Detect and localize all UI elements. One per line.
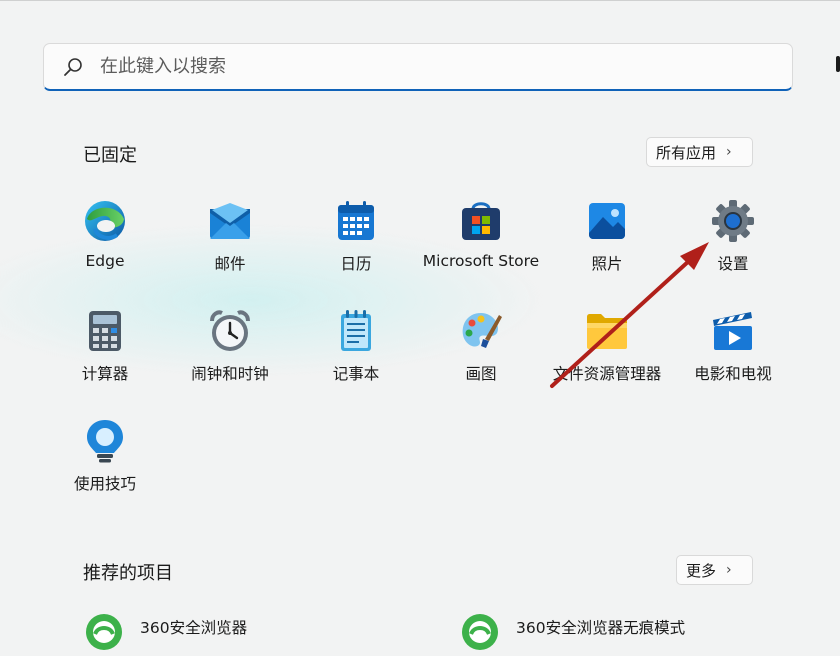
recommended-item-label: 360安全浏览器: [140, 619, 248, 637]
paint-palette-icon: [458, 308, 504, 354]
chevron-right-icon: ›: [726, 562, 732, 578]
app-label: 日历: [340, 255, 372, 273]
search-icon: [62, 56, 84, 78]
recommended-section-title: 推荐的项目: [83, 563, 173, 584]
photos-icon: [584, 198, 630, 244]
pinned-app-alarms-clock[interactable]: 闹钟和时钟: [167, 308, 293, 408]
app-label: 使用技巧: [73, 475, 136, 493]
pinned-app-settings[interactable]: 设置: [670, 198, 796, 298]
all-apps-button[interactable]: 所有应用 ›: [646, 137, 753, 167]
pinned-app-notepad[interactable]: 记事本: [293, 308, 419, 408]
pinned-app-paint[interactable]: 画图: [418, 308, 544, 408]
360-browser-icon: [460, 612, 500, 652]
app-label: 照片: [591, 255, 623, 273]
app-label: 电影和电视: [694, 365, 772, 383]
recommended-item[interactable]: 360安全浏览器无痕模式: [460, 612, 685, 652]
pinned-app-microsoft-store[interactable]: Microsoft Store: [418, 198, 544, 298]
app-label: 计算器: [81, 365, 129, 383]
more-button[interactable]: 更多 ›: [676, 555, 753, 585]
app-label: 记事本: [332, 365, 380, 383]
pinned-app-mail[interactable]: 邮件: [167, 198, 293, 298]
pinned-app-calculator[interactable]: 计算器: [42, 308, 168, 408]
all-apps-label: 所有应用: [656, 143, 717, 162]
app-label: 画图: [465, 365, 497, 383]
calendar-icon: [333, 198, 379, 244]
notepad-icon: [333, 308, 379, 354]
tips-lightbulb-icon: [82, 418, 128, 464]
chevron-right-icon: ›: [726, 144, 732, 160]
search-box[interactable]: [43, 43, 793, 91]
app-label: 闹钟和时钟: [191, 365, 269, 383]
alarm-clock-icon: [207, 308, 253, 354]
settings-gear-icon: [710, 198, 756, 244]
edge-icon: [82, 198, 128, 244]
mail-icon: [207, 198, 253, 244]
app-label: 邮件: [214, 255, 246, 273]
pinned-app-calendar[interactable]: 日历: [293, 198, 419, 298]
scrollbar-thumb[interactable]: [836, 56, 840, 72]
store-icon: [458, 198, 504, 244]
search-input[interactable]: [98, 55, 792, 78]
app-label: 设置: [717, 255, 749, 273]
pinned-app-photos[interactable]: 照片: [544, 198, 670, 298]
calculator-icon: [82, 308, 128, 354]
pinned-app-movies-tv[interactable]: 电影和电视: [670, 308, 796, 408]
recommended-item[interactable]: 360安全浏览器: [84, 612, 247, 652]
recommended-item-label: 360安全浏览器无痕模式: [516, 619, 686, 637]
pinned-app-file-explorer[interactable]: 文件资源管理器: [544, 308, 670, 408]
more-label: 更多: [686, 561, 717, 580]
app-label: Microsoft Store: [422, 252, 540, 270]
pinned-app-tips[interactable]: 使用技巧: [42, 418, 168, 518]
pinned-app-edge[interactable]: Edge: [42, 198, 168, 298]
movies-tv-icon: [710, 308, 756, 354]
app-label: Edge: [85, 252, 125, 270]
pinned-section-title: 已固定: [83, 145, 137, 166]
360-browser-icon: [84, 612, 124, 652]
window-top-border: [0, 0, 840, 1]
folder-icon: [584, 308, 630, 354]
app-label: 文件资源管理器: [552, 365, 662, 383]
